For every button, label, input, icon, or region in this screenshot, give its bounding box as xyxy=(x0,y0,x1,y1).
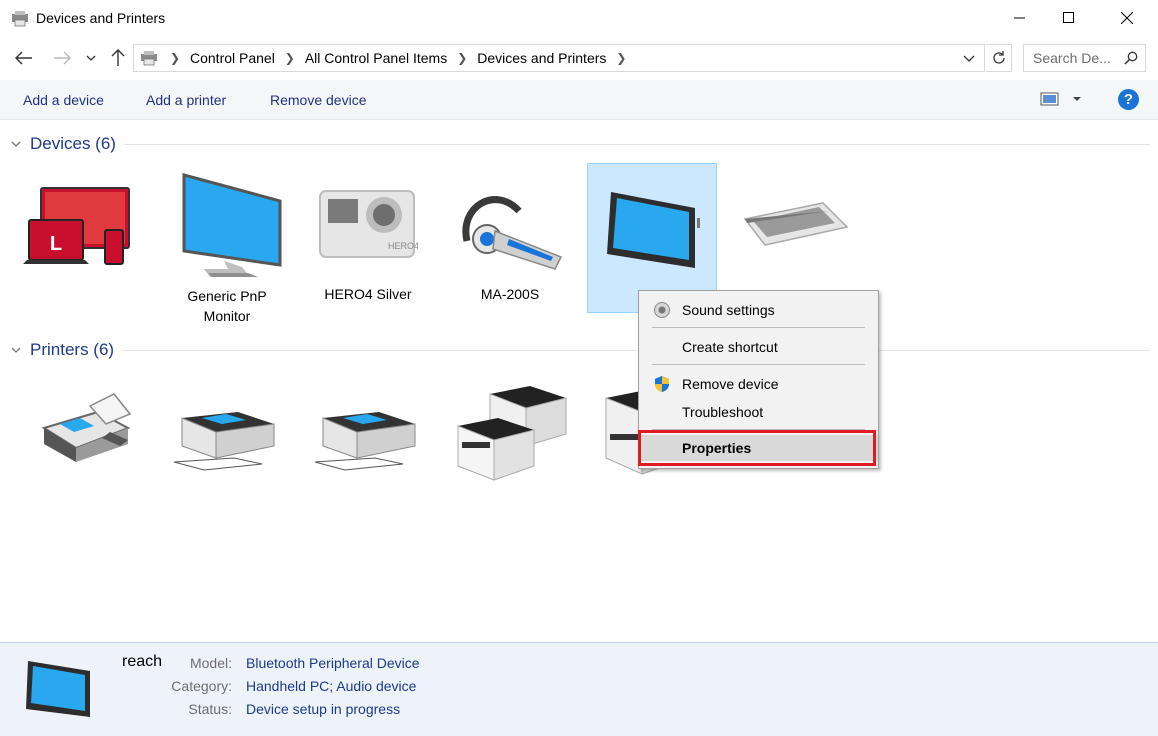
address-bar[interactable]: ❯ Control Panel ❯ All Control Panel Item… xyxy=(133,44,985,72)
menu-separator xyxy=(652,364,865,365)
printer-tile[interactable] xyxy=(162,370,292,490)
arrow-left-icon xyxy=(15,51,32,65)
breadcrumb-all-items[interactable]: All Control Panel Items xyxy=(305,50,447,66)
devices-printers-icon xyxy=(141,51,157,66)
camera-icon: HERO4 xyxy=(319,190,418,258)
group-divider xyxy=(122,349,1150,351)
tablet-icon xyxy=(607,192,700,268)
device-tile-hero4-silver[interactable]: HERO4 HERO4 Silver xyxy=(303,164,433,304)
keyboard-icon xyxy=(743,202,849,246)
printer-icon xyxy=(314,412,416,471)
menu-item-troubleshoot[interactable]: Troubleshoot xyxy=(639,399,878,425)
printer-tile[interactable] xyxy=(445,370,575,490)
details-pane: reach Model: Bluetooth Peripheral Device… xyxy=(0,642,1158,736)
back-button[interactable] xyxy=(12,46,36,70)
printer-icon xyxy=(173,412,275,471)
headset-icon xyxy=(462,196,563,270)
device-tile[interactable]: L xyxy=(12,164,142,284)
menu-item-sound-settings[interactable]: Sound settings xyxy=(639,297,878,323)
menu-item-label: Troubleshoot xyxy=(682,404,764,420)
close-button[interactable] xyxy=(1101,0,1153,36)
forward-button[interactable] xyxy=(50,46,74,70)
close-icon xyxy=(1121,12,1133,24)
menu-item-create-shortcut[interactable]: Create shortcut xyxy=(639,334,878,360)
devices-group-label: Devices (6) xyxy=(30,134,116,153)
svg-text:L: L xyxy=(50,233,62,255)
breadcrumb-separator-icon[interactable]: ❯ xyxy=(283,51,297,65)
printers-group-header[interactable]: Printers (6) xyxy=(10,340,1150,360)
device-label: Generic PnP Monitor xyxy=(187,288,267,324)
minimize-button[interactable] xyxy=(994,0,1046,36)
chevron-down-icon xyxy=(963,55,975,62)
arrow-up-icon xyxy=(111,49,125,66)
up-button[interactable] xyxy=(106,46,130,70)
speaker-icon xyxy=(654,302,670,318)
add-device-button[interactable]: Add a device xyxy=(23,92,104,108)
window-title: Devices and Printers xyxy=(36,10,166,26)
maximize-icon xyxy=(1063,12,1074,23)
highlight-box xyxy=(638,430,876,466)
printer-tile[interactable] xyxy=(303,370,433,490)
category-label: Category: xyxy=(171,678,232,694)
search-placeholder: Search De... xyxy=(1033,50,1111,66)
refresh-icon xyxy=(992,51,1005,64)
model-value: Bluetooth Peripheral Device xyxy=(246,655,420,671)
group-divider xyxy=(123,143,1150,145)
view-icon xyxy=(1040,92,1059,106)
search-icon xyxy=(1124,51,1138,65)
chevron-down-icon xyxy=(1073,97,1081,101)
chevron-down-icon xyxy=(11,141,21,147)
computer-icon: L xyxy=(23,187,130,265)
title-bar: Devices and Printers xyxy=(0,0,1158,38)
uac-shield-icon xyxy=(655,376,669,392)
category-value: Handheld PC; Audio device xyxy=(246,678,417,694)
breadcrumb-devices-printers[interactable]: Devices and Printers xyxy=(477,50,606,66)
remove-device-button[interactable]: Remove device xyxy=(270,92,367,108)
device-tile-generic-pnp-monitor[interactable]: Generic PnP Monitor xyxy=(162,164,292,326)
arrow-right-icon xyxy=(54,51,71,65)
device-label: HERO4 Silver xyxy=(324,286,412,302)
devices-printers-icon xyxy=(12,11,28,27)
breadcrumb-separator-icon: ❯ xyxy=(169,51,181,65)
maximize-button[interactable] xyxy=(1043,0,1095,36)
status-label: Status: xyxy=(188,701,232,717)
chevron-down-icon xyxy=(11,347,21,353)
menu-item-label: Create shortcut xyxy=(682,339,778,355)
menu-item-remove-device[interactable]: Remove device xyxy=(639,371,878,397)
breadcrumb-control-panel[interactable]: Control Panel xyxy=(190,50,275,66)
model-label: Model: xyxy=(189,655,232,671)
menu-item-label: Sound settings xyxy=(682,302,775,318)
help-button[interactable]: ? xyxy=(1118,89,1139,110)
menu-item-label: Remove device xyxy=(682,376,779,392)
breadcrumb-separator-icon[interactable]: ❯ xyxy=(614,51,628,65)
menu-separator xyxy=(652,327,865,328)
command-bar: Add a device Add a printer Remove device… xyxy=(0,80,1158,120)
add-printer-button[interactable]: Add a printer xyxy=(146,92,226,108)
refresh-button[interactable] xyxy=(986,44,1012,72)
device-tile[interactable] xyxy=(728,164,858,284)
devices-group-header[interactable]: Devices (6) xyxy=(10,134,1150,154)
printers-group-label: Printers (6) xyxy=(30,340,115,359)
printer-tile-fax[interactable] xyxy=(20,370,150,490)
svg-text:HERO4: HERO4 xyxy=(388,241,418,251)
minimize-icon xyxy=(1014,17,1025,19)
chevron-down-icon xyxy=(86,55,96,61)
address-dropdown-button[interactable] xyxy=(962,50,982,66)
mfp-printer-icon xyxy=(457,386,567,481)
breadcrumb-separator-icon[interactable]: ❯ xyxy=(455,51,469,65)
status-value: Device setup in progress xyxy=(246,701,401,717)
change-view-button[interactable] xyxy=(1040,91,1084,107)
monitor-icon xyxy=(182,173,282,277)
tablet-icon xyxy=(26,661,90,717)
recent-locations-button[interactable] xyxy=(82,46,100,70)
device-label: MA-200S xyxy=(480,286,540,302)
fax-icon xyxy=(41,393,132,462)
search-input[interactable]: Search De... xyxy=(1023,44,1146,72)
device-tile-ma-200s[interactable]: MA-200S xyxy=(445,164,575,304)
